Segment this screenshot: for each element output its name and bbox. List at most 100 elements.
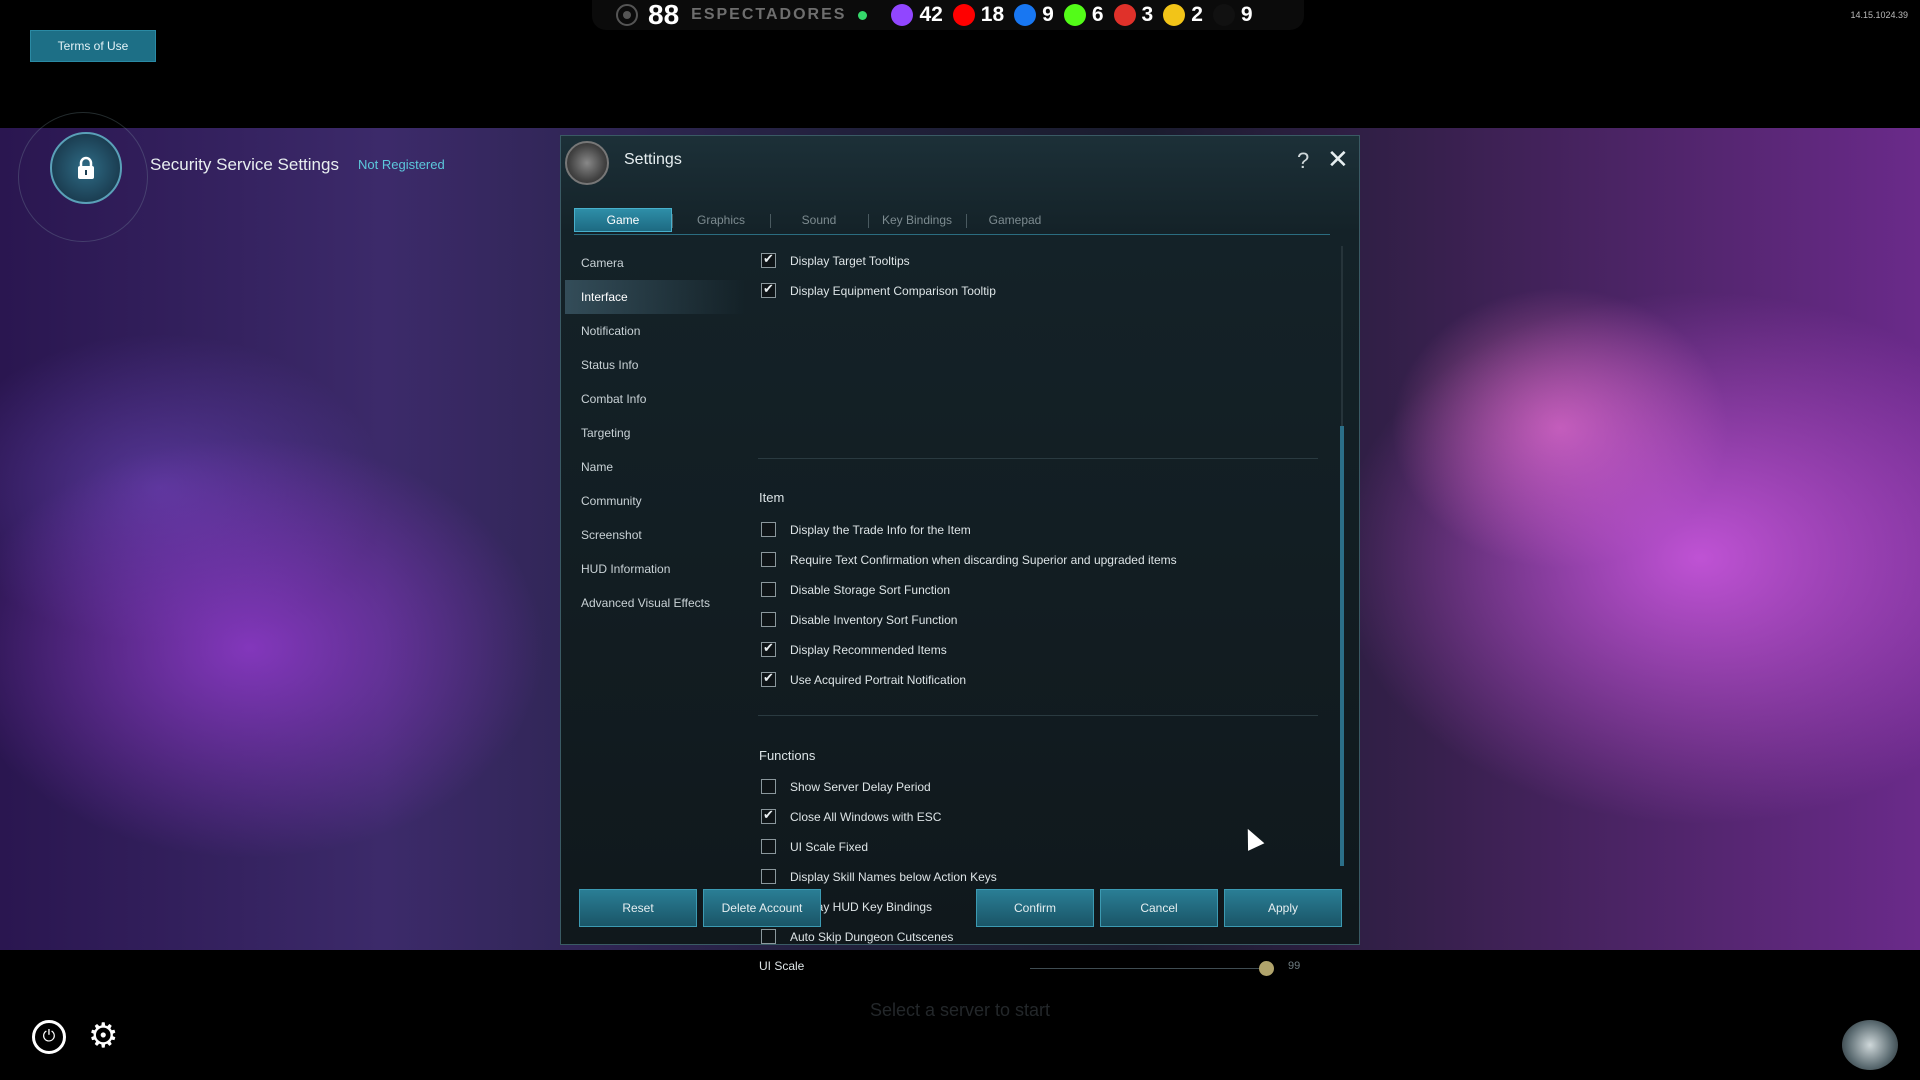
checkbox[interactable] [761,839,776,854]
option-label: Display Skill Names below Action Keys [790,869,997,884]
dialog-title: Settings [624,151,682,168]
option-label: Close All Windows with ESC [790,809,942,824]
sidebar-item-camera[interactable]: Camera [565,246,745,280]
checkbox[interactable] [761,552,776,567]
option-row[interactable]: Display the Trade Info for the Item [758,522,971,537]
option-row[interactable]: Close All Windows with ESC [758,807,942,824]
stream-overlay-bar: 88 ESPECTADORES 42 18 9 6 3 2 9 [592,0,1304,30]
option-row[interactable]: UI Scale Fixed [758,839,868,854]
sidebar-item-targeting[interactable]: Targeting [565,416,745,450]
confirm-button[interactable]: Confirm [976,889,1094,927]
close-icon[interactable]: ✕ [1327,146,1349,172]
option-label: UI Scale Fixed [790,839,869,854]
viewer-count: 88 [648,0,680,30]
option-row[interactable]: Display Skill Names below Action Keys [758,869,997,884]
platform-count-value: 18 [980,3,1005,26]
option-row[interactable]: Display Target Tooltips [758,251,910,268]
settings-dialog: Settings ? ✕ Game Graphics Sound Key Bindin… [560,135,1360,976]
option-row[interactable]: Disable Storage Sort Function [758,582,950,597]
option-row[interactable]: Show Server Delay Period [758,779,931,794]
ui-scale-knob[interactable] [1258,961,1274,976]
platform-counts: 42 18 9 6 3 2 9 [891,3,1262,27]
power-icon[interactable]: ⏻ [32,1020,66,1054]
viewer-label: ESPECTADORES [691,6,847,23]
game-logo [1842,1020,1898,1070]
terms-of-use-button[interactable]: Terms of Use [30,30,156,62]
ui-scale-track[interactable] [1030,968,1268,969]
twitch-icon [891,4,914,26]
option-row[interactable]: Display Equipment Comparison Tooltip [758,281,996,298]
checkbox[interactable] [761,281,776,298]
platform-count-value: 3 [1141,3,1154,26]
option-row[interactable]: Auto Skip Dungeon Cutscenes [758,929,953,944]
option-label: Display Recommended Items [790,642,947,657]
sidebar-item-community[interactable]: Community [565,484,745,518]
platform-count: 3 [1113,3,1154,27]
settings-gear-icon [565,141,609,185]
platform-count-value: 9 [1042,3,1054,26]
checkbox[interactable] [761,779,776,794]
ui-scale-label: UI Scale [759,959,805,973]
security-status[interactable]: Not Registered [358,157,445,172]
sidebar-item-screenshot[interactable]: Screenshot [565,518,745,552]
option-label: Display Equipment Comparison Tooltip [790,283,996,298]
help-icon[interactable]: ? [1297,148,1309,174]
sidebar-item-status-info[interactable]: Status Info [565,348,745,382]
option-row[interactable]: Use Acquired Portrait Notification [758,670,966,687]
item-section-title: Item [759,490,785,505]
platform-count: 6 [1063,3,1104,27]
option-label: Show Server Delay Period [790,779,931,794]
delete-account-button[interactable]: Delete Account [703,889,821,927]
ui-scale-value: 99 [1288,960,1301,972]
sidebar-item-combat-info[interactable]: Combat Info [565,382,745,416]
checkbox[interactable] [761,251,776,268]
checkbox[interactable] [761,869,776,884]
kick-icon [1063,4,1086,26]
reset-button[interactable]: Reset [579,889,697,927]
option-row[interactable]: Disable Inventory Sort Function [758,612,957,627]
platform-count-value: 2 [1191,3,1203,26]
sidebar-item-notification[interactable]: Notification [565,314,745,348]
sidebar-item-hud-information[interactable]: HUD Information [565,552,745,586]
settings-sidebar: Camera Interface Notification Status Info Co… [565,246,745,620]
platform-count: 2 [1163,3,1203,27]
sidebar-item-name[interactable]: Name [565,450,745,484]
checkbox[interactable] [761,670,776,687]
youtube-icon [952,4,975,26]
platform-count-value: 9 [1240,3,1253,26]
security-lock-button[interactable] [50,132,122,204]
select-server-hint: Select a server to start [869,1000,1051,1020]
cancel-button[interactable]: Cancel [1100,889,1218,927]
checkbox[interactable] [761,582,776,597]
trovo-icon [1163,4,1186,26]
option-label: Require Text Confirmation when discardin… [790,552,1177,567]
timestamp: 14.15.1024.39 [1850,10,1908,20]
checkbox[interactable] [761,522,776,537]
nimo-icon [1113,4,1136,26]
option-label: Display the Trade Info for the Item [790,522,971,537]
sidebar-item-interface[interactable]: Interface [565,280,745,314]
scrollbar-thumb[interactable] [1340,426,1344,866]
checkbox[interactable] [761,929,776,944]
checkbox[interactable] [761,640,776,657]
gear-icon[interactable]: ⚙ [88,1019,118,1053]
tab-game[interactable]: Game [574,208,672,232]
checkbox[interactable] [761,807,776,824]
live-indicator-icon [858,10,868,20]
platform-count-value: 42 [919,3,943,26]
checkbox[interactable] [761,612,776,627]
facebook-icon [1014,4,1037,26]
option-row[interactable]: Require Text Confirmation when discardin… [758,552,1177,567]
sidebar-item-advanced-visual-effects[interactable]: Advanced Visual Effects [565,586,745,620]
option-label: Disable Inventory Sort Function [790,612,958,627]
tab-gamepad[interactable]: Gamepad [966,208,1064,232]
tab-graphics[interactable]: Graphics [672,208,770,232]
tab-sound[interactable]: Sound [770,208,868,232]
tab-key-bindings[interactable]: Key Bindings [868,208,966,232]
platform-count: 9 [1014,3,1054,27]
option-row[interactable]: Display Recommended Items [758,640,947,657]
divider [758,715,1318,716]
lock-icon [78,156,94,179]
apply-button[interactable]: Apply [1224,889,1342,927]
option-label: Display Target Tooltips [790,253,910,268]
